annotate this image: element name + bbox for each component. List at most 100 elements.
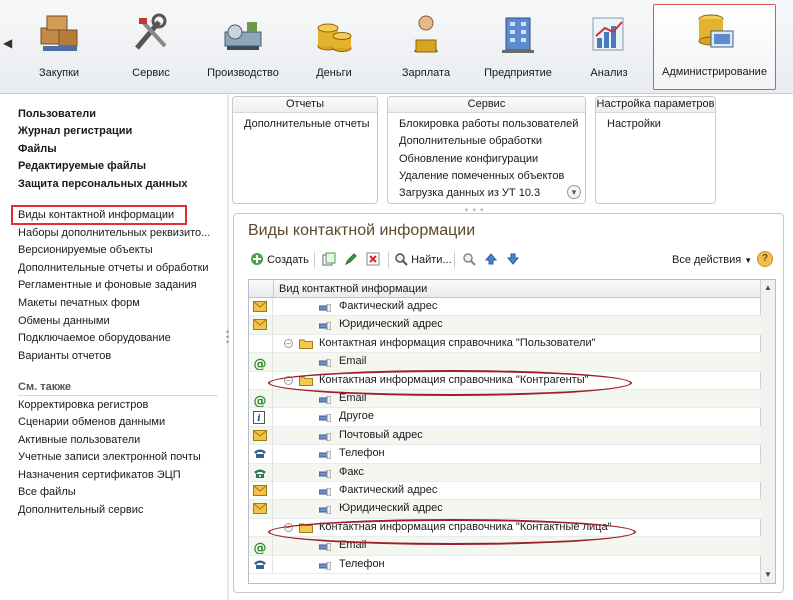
divider bbox=[454, 252, 455, 268]
see-also-link[interactable]: Все файлы bbox=[18, 486, 76, 498]
left-navigation-panel: Пользователи Журнал регистрации Файлы Ре… bbox=[0, 95, 226, 600]
table-row[interactable]: Телефон bbox=[249, 555, 761, 574]
row-label: Юридический адрес bbox=[339, 502, 443, 515]
table-row[interactable]: Почтовый адрес bbox=[249, 426, 761, 446]
chart-icon bbox=[587, 12, 631, 56]
plus-circle-icon bbox=[251, 253, 263, 265]
nav-link-print-templates[interactable]: Макеты печатных форм bbox=[18, 297, 140, 309]
move-up-button[interactable] bbox=[484, 250, 498, 270]
create-button[interactable]: Создать bbox=[250, 250, 309, 270]
table-row[interactable]: i Другое bbox=[249, 408, 761, 427]
row-label: Фактический адрес bbox=[339, 484, 438, 496]
nav-link-versioned-objects[interactable]: Версионируемые объекты bbox=[18, 244, 153, 256]
info-icon: i bbox=[253, 411, 265, 427]
create-label: Создать bbox=[267, 254, 309, 266]
arrow-down-icon bbox=[506, 253, 520, 265]
table-row[interactable]: Телефон bbox=[249, 445, 761, 464]
edit-button[interactable] bbox=[344, 250, 358, 270]
group-row[interactable]: – Контактная информация справочника "Поль… bbox=[249, 334, 761, 354]
row-label: Email bbox=[339, 355, 367, 368]
row-icon-cell bbox=[249, 555, 273, 574]
divider bbox=[388, 252, 389, 268]
nav-link-edited-files[interactable]: Редактируемые файлы bbox=[18, 160, 146, 172]
table-row[interactable]: Юридический адрес bbox=[249, 316, 761, 335]
building-icon bbox=[496, 12, 540, 56]
item-key-icon bbox=[318, 395, 332, 405]
row-label: Телефон bbox=[339, 557, 385, 570]
item-key-icon bbox=[318, 358, 332, 368]
nav-link-scheduled-jobs[interactable]: Регламентные и фоновые задания bbox=[18, 279, 197, 291]
reports-link-additional[interactable]: Дополнительные отчеты bbox=[244, 118, 369, 130]
table-row[interactable]: Юридический адрес bbox=[249, 500, 761, 519]
service-link[interactable]: Удаление помеченных объектов bbox=[399, 170, 564, 182]
nav-link-users[interactable]: Пользователи bbox=[18, 108, 96, 120]
row-label: Почтовый адрес bbox=[339, 428, 423, 441]
divider bbox=[314, 252, 315, 268]
coins-icon bbox=[312, 12, 356, 56]
copy-button[interactable] bbox=[322, 250, 336, 270]
service-link[interactable]: Блокировка работы пользователей bbox=[399, 118, 578, 130]
tool-dengi[interactable]: Деньги bbox=[298, 6, 370, 88]
nav-link-data-exchanges[interactable]: Обмены данными bbox=[18, 315, 110, 327]
tool-administrirovanie[interactable]: Администрирование bbox=[653, 4, 776, 90]
service-link[interactable]: Дополнительные обработки bbox=[399, 135, 542, 147]
row-label: Контактная информация справочника "Польз… bbox=[319, 336, 596, 349]
row-icon-cell bbox=[249, 518, 273, 537]
tool-predpriyatie[interactable]: Предприятие bbox=[478, 6, 558, 88]
tool-proizvodstvo[interactable]: Производство bbox=[200, 6, 286, 88]
find-button[interactable]: Найти... bbox=[394, 250, 452, 270]
row-icon-cell bbox=[249, 298, 273, 316]
chevron-down-icon: ▼ bbox=[744, 256, 753, 265]
splitter-grip-icon[interactable]: • • • bbox=[226, 328, 229, 347]
settings-link[interactable]: Настройки bbox=[607, 118, 661, 130]
tool-zarplata[interactable]: Зарплата bbox=[390, 6, 462, 88]
see-also-link[interactable]: Учетные записи электронной почты bbox=[18, 451, 201, 463]
tool-zakupki[interactable]: Закупки bbox=[18, 6, 100, 88]
service-link[interactable]: Обновление конфигурации bbox=[399, 153, 538, 165]
nav-link-contact-info-kinds[interactable]: Виды контактной информации bbox=[18, 209, 174, 221]
cancel-search-button[interactable] bbox=[462, 250, 476, 270]
tool-analiz[interactable]: Анализ bbox=[578, 6, 640, 88]
phone-icon bbox=[253, 448, 267, 462]
collapse-toggle-icon[interactable]: – bbox=[284, 338, 293, 348]
table-row[interactable]: Факс bbox=[249, 463, 761, 482]
help-icon[interactable]: ? bbox=[757, 251, 773, 267]
nav-link-event-log[interactable]: Журнал регистрации bbox=[18, 125, 132, 137]
see-also-link[interactable]: Дополнительный сервис bbox=[18, 504, 143, 516]
nav-link-files[interactable]: Файлы bbox=[18, 143, 57, 155]
tool-label: Зарплата bbox=[401, 67, 451, 79]
nav-link-additional-reports[interactable]: Дополнительные отчеты и обработки bbox=[18, 262, 209, 274]
service-link[interactable]: Загрузка данных из УТ 10.3 bbox=[399, 187, 540, 199]
table-row[interactable]: Фактический адрес bbox=[249, 482, 761, 501]
move-down-button[interactable] bbox=[506, 250, 520, 270]
vertical-splitter[interactable] bbox=[227, 95, 229, 600]
scroll-down-icon[interactable]: ▾ bbox=[567, 185, 581, 199]
nav-link-report-variants[interactable]: Варианты отчетов bbox=[18, 350, 111, 362]
see-also-link[interactable]: Корректировка регистров bbox=[18, 399, 148, 411]
folder-icon bbox=[299, 338, 313, 349]
column-header-kind[interactable]: Вид контактной информации bbox=[279, 283, 427, 295]
see-also-link[interactable]: Сценарии обменов данными bbox=[18, 416, 165, 428]
nav-link-personal-data-protection[interactable]: Защита персональных данных bbox=[18, 178, 188, 190]
scroll-down-icon[interactable]: ▼ bbox=[763, 570, 773, 580]
scroll-up-icon[interactable]: ▲ bbox=[763, 283, 773, 293]
all-actions-menu[interactable]: Все действия ▼ bbox=[672, 250, 752, 270]
table-row[interactable]: @ Email bbox=[249, 353, 761, 372]
table-row[interactable]: Фактический адрес bbox=[249, 298, 761, 317]
see-also-link[interactable]: Назначения сертификатов ЭЦП bbox=[18, 469, 181, 481]
reports-group-title: Отчеты bbox=[233, 97, 377, 113]
envelope-icon bbox=[253, 429, 267, 444]
fax-icon bbox=[253, 467, 267, 482]
item-key-icon bbox=[318, 432, 332, 442]
find-label: Найти... bbox=[411, 254, 452, 266]
see-also-link[interactable]: Активные пользователи bbox=[18, 434, 140, 446]
row-icon-cell bbox=[249, 482, 273, 500]
nav-link-equipment[interactable]: Подключаемое оборудование bbox=[18, 332, 171, 344]
nav-left-arrow-icon[interactable]: ◀ bbox=[3, 36, 13, 54]
tool-servis[interactable]: Сервис bbox=[112, 6, 190, 88]
mark-delete-button[interactable] bbox=[366, 250, 380, 270]
vertical-scrollbar[interactable]: ▲ ▼ bbox=[760, 280, 775, 583]
boxes-icon bbox=[37, 12, 81, 56]
tool-label: Деньги bbox=[316, 67, 352, 79]
nav-link-additional-attributes[interactable]: Наборы дополнительных реквизито... bbox=[18, 227, 210, 239]
